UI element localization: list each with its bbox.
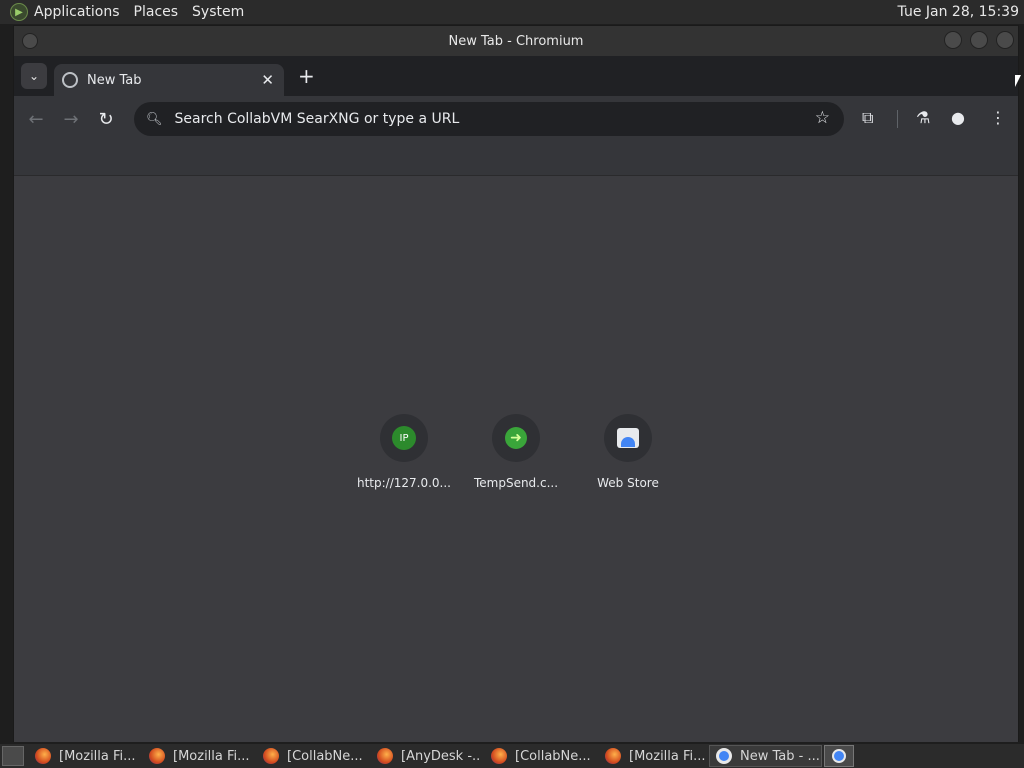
tab-new-tab[interactable]: New Tab ✕ — [54, 64, 284, 96]
taskbar-item-label: [AnyDesk -... — [401, 748, 480, 764]
ip-icon: IP — [392, 426, 416, 450]
omnibox[interactable]: 🔍︎ Search CollabVM SearXNG or type a URL… — [134, 102, 844, 136]
taskbar-item-active[interactable]: New Tab - ... — [709, 745, 822, 767]
new-tab-button[interactable]: + — [298, 64, 315, 88]
taskbar-item[interactable]: [Mozilla Fi... — [139, 745, 252, 767]
chevron-down-icon: ⌄ — [28, 69, 40, 83]
firefox-icon — [263, 748, 279, 764]
top-panel: ▶ Applications Places System Tue Jan 28,… — [0, 0, 1024, 24]
taskbar-item-label: [Mozilla Fi... — [59, 748, 136, 764]
globe-icon — [62, 72, 78, 88]
taskbar-item[interactable]: [CollabNe... — [481, 745, 594, 767]
places-menu[interactable]: Places — [134, 4, 179, 20]
bookmarks-bar — [14, 142, 1018, 176]
profile-avatar-icon[interactable]: ● — [951, 108, 965, 127]
show-desktop-button[interactable] — [2, 746, 24, 766]
window-menu-button[interactable] — [22, 33, 38, 49]
close-window-button[interactable] — [996, 31, 1014, 49]
browser-toolbar: ← → ↻ 🔍︎ Search CollabVM SearXNG or type… — [14, 96, 1018, 142]
omnibox-placeholder: Search CollabVM SearXNG or type a URL — [174, 111, 460, 127]
extensions-icon[interactable]: ⧉ — [862, 108, 873, 128]
tab-title: New Tab — [87, 72, 142, 88]
chromium-icon — [716, 748, 732, 764]
window-title: New Tab - Chromium — [448, 33, 584, 49]
bottom-taskbar: [Mozilla Fi... [Mozilla Fi... [CollabNe.… — [0, 744, 1024, 768]
shortcut-label: http://127.0.0... — [356, 476, 451, 490]
taskbar-item-label: [CollabNe... — [287, 748, 363, 764]
forward-button[interactable]: → — [59, 109, 83, 130]
close-tab-icon[interactable]: ✕ — [261, 71, 274, 89]
firefox-icon — [149, 748, 165, 764]
taskbar-item-label: [Mozilla Fi... — [173, 748, 250, 764]
maximize-button[interactable] — [970, 31, 988, 49]
taskbar-item[interactable]: [CollabNe... — [253, 745, 366, 767]
back-button[interactable]: ← — [24, 109, 48, 130]
taskbar-item-label: New Tab - ... — [740, 748, 820, 764]
taskbar-item[interactable]: [Mozilla Fi... — [25, 745, 138, 767]
new-tab-page: IP http://127.0.0... ➜ TempSend.c... Web… — [14, 176, 1018, 742]
browser-window: New Tab - Chromium ⌄ New Tab ✕ + ← → ↻ 🔍… — [13, 25, 1019, 742]
chromium-launcher-icon[interactable] — [824, 745, 854, 767]
applications-menu[interactable]: Applications — [34, 4, 120, 20]
system-menu[interactable]: System — [192, 4, 244, 20]
firefox-icon — [35, 748, 51, 764]
shortcut-label: TempSend.c... — [473, 476, 559, 490]
taskbar-item[interactable]: [Mozilla Fi... — [595, 745, 708, 767]
more-menu-icon[interactable]: ⋮ — [990, 108, 1006, 127]
taskbar-item[interactable]: [AnyDesk -... — [367, 745, 480, 767]
shortcut-tile[interactable]: ➜ TempSend.c... — [460, 414, 572, 490]
firefox-icon — [491, 748, 507, 764]
firefox-icon — [377, 748, 393, 764]
tab-strip: ⌄ New Tab ✕ + — [14, 56, 1018, 96]
labs-flask-icon[interactable]: ⚗ — [916, 108, 930, 127]
webstore-icon — [617, 428, 639, 448]
tab-search-button[interactable]: ⌄ — [21, 63, 47, 89]
taskbar-item-label: [CollabNe... — [515, 748, 591, 764]
clock[interactable]: Tue Jan 28, 15:39 — [898, 4, 1019, 20]
reload-button[interactable]: ↻ — [94, 109, 118, 130]
tempsend-icon: ➜ — [505, 427, 527, 449]
shortcut-tile[interactable]: Web Store — [572, 414, 684, 490]
search-icon: 🔍︎ — [146, 111, 163, 127]
bookmark-star-icon[interactable]: ☆ — [815, 108, 830, 128]
window-titlebar[interactable]: New Tab - Chromium — [14, 26, 1018, 56]
shortcut-tile[interactable]: IP http://127.0.0... — [348, 414, 460, 490]
toolbar-separator — [897, 110, 898, 128]
mouse-cursor-icon — [1015, 75, 1021, 87]
firefox-icon — [605, 748, 621, 764]
minimize-button[interactable] — [944, 31, 962, 49]
distro-logo-icon[interactable]: ▶ — [10, 3, 28, 21]
taskbar-item-label: [Mozilla Fi... — [629, 748, 706, 764]
shortcut-label: Web Store — [597, 476, 659, 490]
